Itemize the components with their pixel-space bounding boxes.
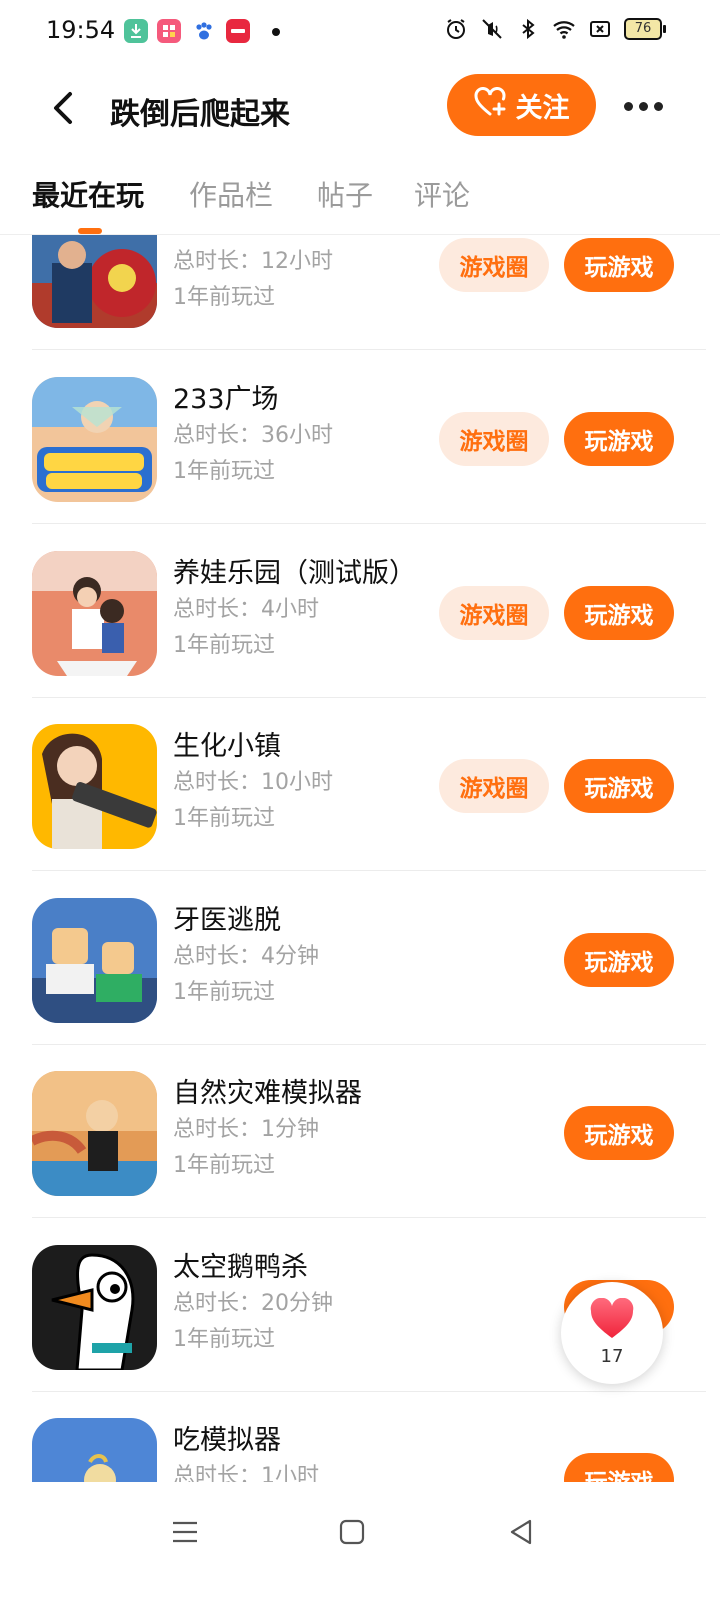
more-options-icon[interactable] <box>624 102 663 111</box>
play-game-button[interactable]: 玩游戏 <box>564 1453 674 1482</box>
game-name: 生化小镇 <box>173 731 281 762</box>
play-game-button[interactable]: 玩游戏 <box>564 759 674 813</box>
photo-app-icon <box>157 19 181 43</box>
game-name: 牙医逃脱 <box>173 905 281 936</box>
tab-posts[interactable]: 帖子 <box>317 174 373 214</box>
game-last-played: 1年前玩过 <box>173 285 275 310</box>
no-sim-icon <box>588 17 612 41</box>
play-game-button[interactable]: 玩游戏 <box>564 412 674 466</box>
game-name: 养娃乐园（测试版） <box>173 558 416 589</box>
back-arrow-icon[interactable] <box>48 90 78 126</box>
game-name: 吃模拟器 <box>173 1425 281 1456</box>
home-icon[interactable] <box>332 1512 372 1552</box>
game-duration: 总时长：36小时 <box>173 423 333 448</box>
game-last-played: 1年前玩过 <box>173 980 275 1005</box>
play-game-button[interactable]: 玩游戏 <box>564 238 674 292</box>
status-time: 19:54 <box>46 16 116 44</box>
wifi-icon <box>552 17 576 41</box>
back-icon[interactable] <box>502 1512 542 1552</box>
game-name: 太空鹅鸭杀 <box>173 1252 308 1283</box>
game-name: 自然灾难模拟器 <box>173 1078 362 1109</box>
battery-indicator: 76 <box>624 18 666 40</box>
game-duration: 总时长：1分钟 <box>173 1117 319 1142</box>
goose-game-icon[interactable] <box>32 1245 157 1370</box>
row-divider <box>32 1217 706 1218</box>
list-item[interactable]: 牙医逃脱 总时长：4分钟 1年前玩过 玩游戏 <box>0 872 720 1045</box>
row-divider <box>32 349 706 350</box>
game-circle-button[interactable]: 游戏圈 <box>439 412 549 466</box>
game-last-played: 1年前玩过 <box>173 459 275 484</box>
mute-icon <box>480 17 504 41</box>
like-count: 17 <box>600 1346 624 1367</box>
play-game-button[interactable]: 玩游戏 <box>564 933 674 987</box>
download-app-icon <box>124 19 148 43</box>
play-game-button[interactable]: 玩游戏 <box>564 1106 674 1160</box>
play-game-button[interactable]: 玩游戏 <box>564 586 674 640</box>
superhero-game-icon[interactable] <box>32 235 157 328</box>
gun-girl-game-icon[interactable] <box>32 724 157 849</box>
game-duration: 总时长：4分钟 <box>173 944 319 969</box>
game-last-played: 1年前玩过 <box>173 806 275 831</box>
list-item[interactable]: 自然灾难模拟器 总时长：1分钟 1年前玩过 玩游戏 <box>0 1045 720 1218</box>
row-divider <box>32 870 706 871</box>
game-duration: 总时长：1小时 <box>173 1464 319 1482</box>
profile-tabs: 最近在玩 作品栏 帖子 评论 <box>0 162 720 234</box>
xiaohongshu-app-icon <box>226 19 250 43</box>
list-item[interactable]: 总时长：12小时 1年前玩过 游戏圈 玩游戏 <box>0 235 720 350</box>
heart-icon <box>589 1297 635 1344</box>
list-item[interactable]: 养娃乐园（测试版） 总时长：4小时 1年前玩过 游戏圈 玩游戏 <box>0 525 720 698</box>
follow-button[interactable]: 关注 <box>447 74 596 136</box>
disaster-game-icon[interactable] <box>32 1071 157 1196</box>
game-duration: 总时长：10小时 <box>173 770 333 795</box>
list-item[interactable]: 生化小镇 总时长：10小时 1年前玩过 游戏圈 玩游戏 <box>0 698 720 871</box>
game-last-played: 1年前玩过 <box>173 633 275 658</box>
tab-recently-played[interactable]: 最近在玩 <box>32 174 144 214</box>
list-item[interactable]: 233广场 总时长：36小时 1年前玩过 游戏圈 玩游戏 <box>0 351 720 524</box>
profile-header: 跌倒后爬起来 关注 <box>0 64 720 154</box>
game-last-played: 1年前玩过 <box>173 1153 275 1178</box>
alarm-icon <box>444 17 468 41</box>
status-dot <box>272 28 280 36</box>
row-divider <box>32 523 706 524</box>
game-duration: 总时长：12小时 <box>173 249 333 274</box>
bluetooth-icon <box>516 17 540 41</box>
heart-plus-icon <box>474 86 508 124</box>
family-game-icon[interactable] <box>32 551 157 676</box>
eat-sim-game-icon[interactable] <box>32 1418 157 1482</box>
game-name: 233广场 <box>173 384 279 415</box>
game-last-played: 1年前玩过 <box>173 1327 275 1352</box>
dentist-escape-game-icon[interactable] <box>32 898 157 1023</box>
game-duration: 总时长：20分钟 <box>173 1291 333 1316</box>
game-circle-button[interactable]: 游戏圈 <box>439 759 549 813</box>
list-item[interactable]: 吃模拟器 总时长：1小时 玩游戏 <box>0 1392 720 1482</box>
game-circle-button[interactable]: 游戏圈 <box>439 238 549 292</box>
paw-app-icon <box>192 19 216 43</box>
tab-comments[interactable]: 评论 <box>414 174 470 214</box>
system-nav-bar <box>0 1482 720 1600</box>
game-circle-button[interactable]: 游戏圈 <box>439 586 549 640</box>
tab-works[interactable]: 作品栏 <box>189 174 273 214</box>
like-button[interactable]: 17 <box>561 1282 663 1384</box>
status-bar: 19:54 76 <box>0 0 720 64</box>
page-title: 跌倒后爬起来 <box>110 97 290 132</box>
game-duration: 总时长：4小时 <box>173 597 319 622</box>
menu-icon[interactable] <box>165 1512 205 1552</box>
follow-label: 关注 <box>515 92 570 124</box>
hello-world-game-icon[interactable] <box>32 377 157 502</box>
